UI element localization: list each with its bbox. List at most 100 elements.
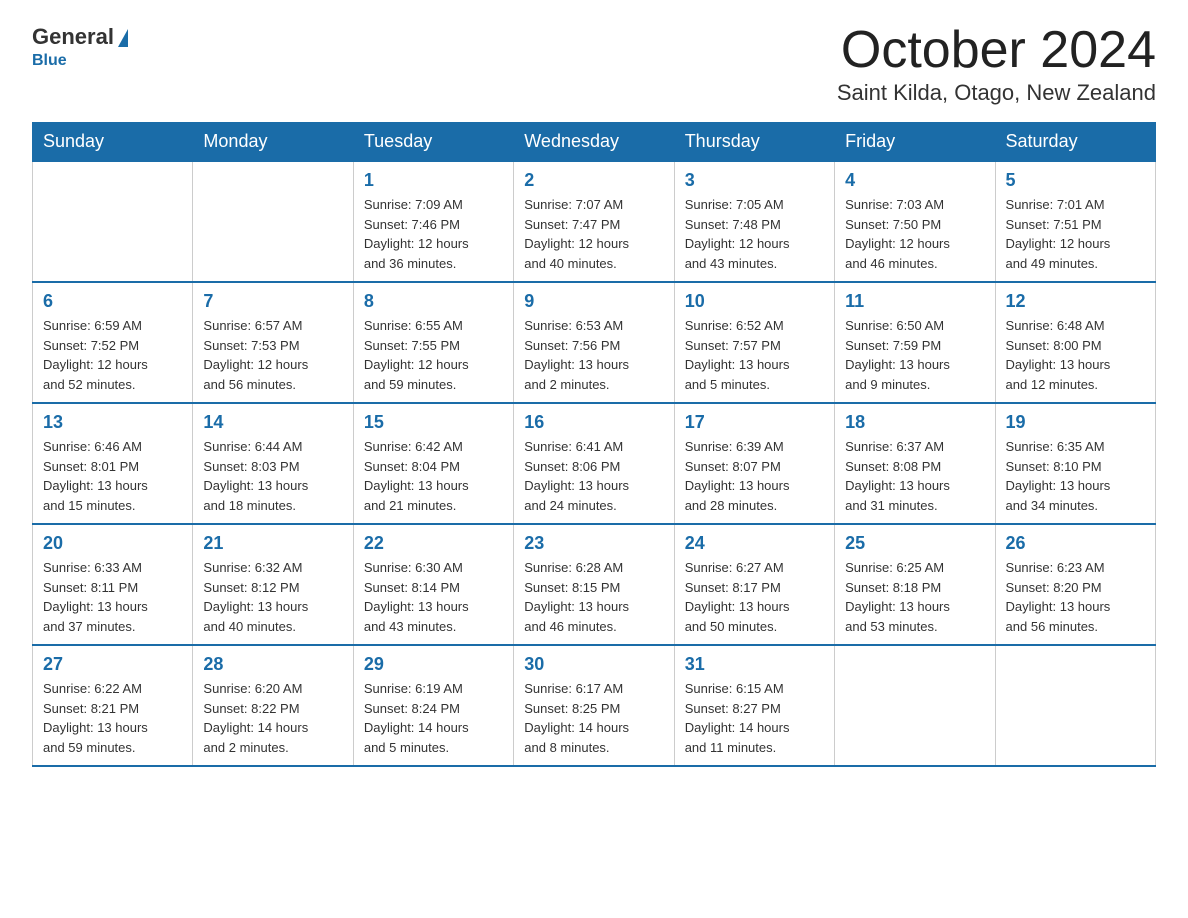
calendar-cell: 4 Sunrise: 7:03 AM Sunset: 7:50 PM Daylig… [835,161,995,282]
day-number: 16 [524,412,663,433]
header-thursday: Thursday [674,123,834,162]
day-number: 15 [364,412,503,433]
day-number: 3 [685,170,824,191]
header-saturday: Saturday [995,123,1155,162]
logo-triangle-icon [118,29,128,47]
day-number: 1 [364,170,503,191]
week-row-1: 1 Sunrise: 7:09 AM Sunset: 7:46 PM Daylig… [33,161,1156,282]
day-number: 29 [364,654,503,675]
day-info: Sunrise: 6:28 AM Sunset: 8:15 PM Dayligh… [524,558,663,636]
day-info: Sunrise: 7:01 AM Sunset: 7:51 PM Dayligh… [1006,195,1145,273]
header-wednesday: Wednesday [514,123,674,162]
calendar-cell: 30 Sunrise: 6:17 AM Sunset: 8:25 PM Dayli… [514,645,674,766]
calendar-cell: 28 Sunrise: 6:20 AM Sunset: 8:22 PM Dayli… [193,645,353,766]
calendar-table: SundayMondayTuesdayWednesdayThursdayFrid… [32,122,1156,767]
calendar-cell: 11Sunrise: 6:50 AM Sunset: 7:59 PM Dayli… [835,282,995,403]
calendar-cell: 3Sunrise: 7:05 AM Sunset: 7:48 PM Daylig… [674,161,834,282]
day-info: Sunrise: 6:15 AM Sunset: 8:27 PM Dayligh… [685,679,824,757]
day-number: 8 [364,291,503,312]
header-sunday: Sunday [33,123,193,162]
day-info: Sunrise: 7:07 AM Sunset: 7:47 PM Dayligh… [524,195,663,273]
logo-blue-text: Blue [32,52,67,69]
day-number: 2 [524,170,663,191]
calendar-cell: 27 Sunrise: 6:22 AM Sunset: 8:21 PM Dayli… [33,645,193,766]
day-number: 25 [845,533,984,554]
week-row-5: 27 Sunrise: 6:22 AM Sunset: 8:21 PM Dayli… [33,645,1156,766]
day-info: Sunrise: 6:30 AM Sunset: 8:14 PM Dayligh… [364,558,503,636]
calendar-cell [995,645,1155,766]
day-number: 24 [685,533,824,554]
calendar-cell: 9 Sunrise: 6:53 AM Sunset: 7:56 PM Daylig… [514,282,674,403]
week-row-3: 13 Sunrise: 6:46 AM Sunset: 8:01 PM Dayli… [33,403,1156,524]
calendar-cell: 22Sunrise: 6:30 AM Sunset: 8:14 PM Dayli… [353,524,513,645]
calendar-cell: 8 Sunrise: 6:55 AM Sunset: 7:55 PM Daylig… [353,282,513,403]
day-info: Sunrise: 6:44 AM Sunset: 8:03 PM Dayligh… [203,437,342,515]
day-number: 26 [1006,533,1145,554]
calendar-cell [33,161,193,282]
day-number: 10 [685,291,824,312]
day-info: Sunrise: 7:03 AM Sunset: 7:50 PM Dayligh… [845,195,984,273]
day-info: Sunrise: 6:42 AM Sunset: 8:04 PM Dayligh… [364,437,503,515]
day-info: Sunrise: 6:37 AM Sunset: 8:08 PM Dayligh… [845,437,984,515]
calendar-cell [835,645,995,766]
month-title: October 2024 [837,24,1156,76]
day-info: Sunrise: 6:55 AM Sunset: 7:55 PM Dayligh… [364,316,503,394]
day-number: 30 [524,654,663,675]
day-info: Sunrise: 6:27 AM Sunset: 8:17 PM Dayligh… [685,558,824,636]
calendar-cell: 10 Sunrise: 6:52 AM Sunset: 7:57 PM Dayli… [674,282,834,403]
day-info: Sunrise: 6:50 AM Sunset: 7:59 PM Dayligh… [845,316,984,394]
calendar-cell: 6 Sunrise: 6:59 AM Sunset: 7:52 PM Daylig… [33,282,193,403]
day-number: 9 [524,291,663,312]
calendar-cell: 18 Sunrise: 6:37 AM Sunset: 8:08 PM Dayli… [835,403,995,524]
week-row-4: 20Sunrise: 6:33 AM Sunset: 8:11 PM Dayli… [33,524,1156,645]
day-number: 5 [1006,170,1145,191]
calendar-cell: 17Sunrise: 6:39 AM Sunset: 8:07 PM Dayli… [674,403,834,524]
page-header: General Blue October 2024 Saint Kilda, O… [32,24,1156,106]
header-tuesday: Tuesday [353,123,513,162]
calendar-cell: 25 Sunrise: 6:25 AM Sunset: 8:18 PM Dayli… [835,524,995,645]
calendar-cell: 31 Sunrise: 6:15 AM Sunset: 8:27 PM Dayli… [674,645,834,766]
calendar-cell: 20Sunrise: 6:33 AM Sunset: 8:11 PM Dayli… [33,524,193,645]
calendar-cell: 2 Sunrise: 7:07 AM Sunset: 7:47 PM Daylig… [514,161,674,282]
calendar-cell: 15 Sunrise: 6:42 AM Sunset: 8:04 PM Dayli… [353,403,513,524]
calendar-cell: 12Sunrise: 6:48 AM Sunset: 8:00 PM Dayli… [995,282,1155,403]
day-number: 19 [1006,412,1145,433]
day-info: Sunrise: 6:17 AM Sunset: 8:25 PM Dayligh… [524,679,663,757]
calendar-cell: 1 Sunrise: 7:09 AM Sunset: 7:46 PM Daylig… [353,161,513,282]
location: Saint Kilda, Otago, New Zealand [837,80,1156,106]
day-info: Sunrise: 6:20 AM Sunset: 8:22 PM Dayligh… [203,679,342,757]
day-info: Sunrise: 6:46 AM Sunset: 8:01 PM Dayligh… [43,437,182,515]
day-number: 31 [685,654,824,675]
day-info: Sunrise: 6:35 AM Sunset: 8:10 PM Dayligh… [1006,437,1145,515]
header-monday: Monday [193,123,353,162]
calendar-cell: 21Sunrise: 6:32 AM Sunset: 8:12 PM Dayli… [193,524,353,645]
calendar-cell: 19 Sunrise: 6:35 AM Sunset: 8:10 PM Dayli… [995,403,1155,524]
day-number: 4 [845,170,984,191]
day-number: 18 [845,412,984,433]
day-info: Sunrise: 6:52 AM Sunset: 7:57 PM Dayligh… [685,316,824,394]
day-info: Sunrise: 6:59 AM Sunset: 7:52 PM Dayligh… [43,316,182,394]
week-row-2: 6 Sunrise: 6:59 AM Sunset: 7:52 PM Daylig… [33,282,1156,403]
day-number: 6 [43,291,182,312]
day-info: Sunrise: 6:23 AM Sunset: 8:20 PM Dayligh… [1006,558,1145,636]
day-info: Sunrise: 6:25 AM Sunset: 8:18 PM Dayligh… [845,558,984,636]
day-info: Sunrise: 6:22 AM Sunset: 8:21 PM Dayligh… [43,679,182,757]
day-number: 27 [43,654,182,675]
day-info: Sunrise: 7:09 AM Sunset: 7:46 PM Dayligh… [364,195,503,273]
calendar-cell: 5 Sunrise: 7:01 AM Sunset: 7:51 PM Daylig… [995,161,1155,282]
day-number: 13 [43,412,182,433]
day-info: Sunrise: 6:57 AM Sunset: 7:53 PM Dayligh… [203,316,342,394]
calendar-cell [193,161,353,282]
calendar-header: SundayMondayTuesdayWednesdayThursdayFrid… [33,123,1156,162]
header-friday: Friday [835,123,995,162]
logo: General Blue [32,24,128,70]
day-number: 21 [203,533,342,554]
day-info: Sunrise: 6:53 AM Sunset: 7:56 PM Dayligh… [524,316,663,394]
day-info: Sunrise: 6:41 AM Sunset: 8:06 PM Dayligh… [524,437,663,515]
day-number: 28 [203,654,342,675]
title-block: October 2024 Saint Kilda, Otago, New Zea… [837,24,1156,106]
calendar-cell: 24 Sunrise: 6:27 AM Sunset: 8:17 PM Dayli… [674,524,834,645]
day-number: 12 [1006,291,1145,312]
day-number: 7 [203,291,342,312]
calendar-cell: 7 Sunrise: 6:57 AM Sunset: 7:53 PM Daylig… [193,282,353,403]
